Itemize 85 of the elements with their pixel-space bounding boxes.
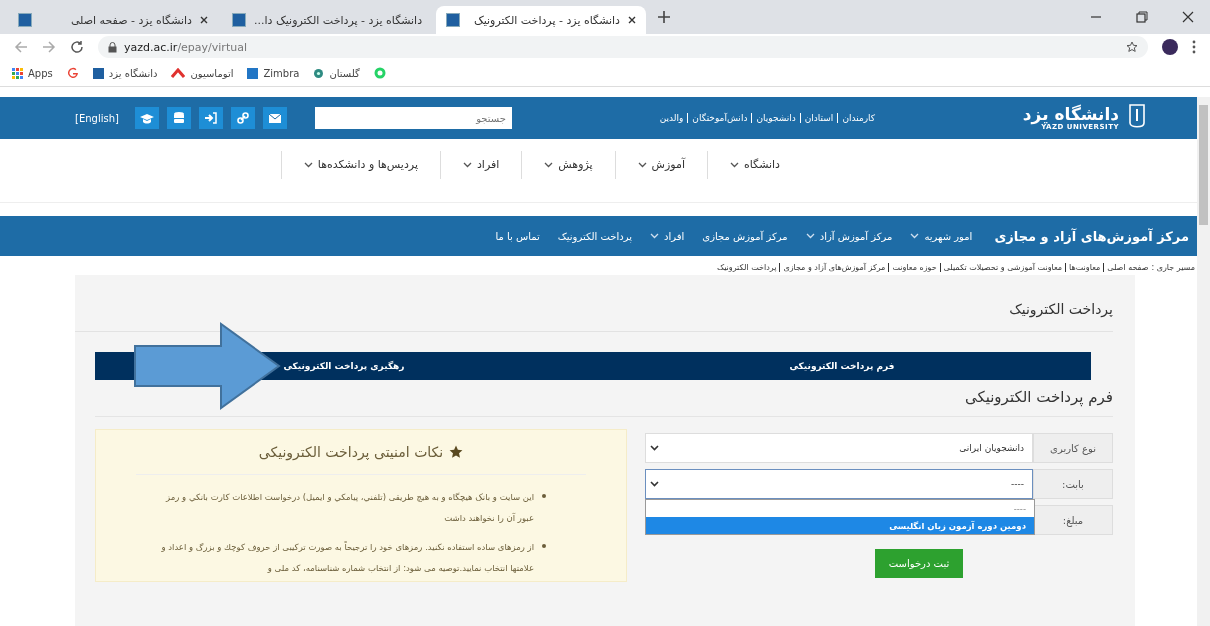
- tip-text: این سایت و بانک هیچگاه و به هیچ طریقی (تلفني، پیامکي و ایمیل) درخواست اطلاعات کارت بانکي و رمز عبور آن را نخواهند داشت: [164, 491, 534, 525]
- chat-bubble-icon: [373, 67, 386, 79]
- header-icon-button[interactable]: [134, 107, 159, 129]
- page-tab[interactable]: رهگیری پرداخت الکترونیکی: [95, 352, 593, 380]
- breadcrumb-link[interactable]: معاونت آموزشی و تحصیلات تکمیلی: [940, 263, 1067, 272]
- main-nav-item[interactable]: دانشگاه: [706, 151, 802, 179]
- page-title: پرداخت الکترونیک: [75, 275, 1113, 332]
- page-tab[interactable]: فرم پرداخت الکترونیکی: [593, 352, 1091, 380]
- new-tab-icon[interactable]: [658, 11, 670, 23]
- link-icon: [236, 112, 249, 124]
- site-favicon-icon: [232, 13, 246, 27]
- bookmark-link[interactable]: گلستان: [313, 67, 360, 79]
- section-nav-item[interactable]: پرداخت الکترونیک: [557, 230, 633, 242]
- bookmark-star-icon[interactable]: [1126, 41, 1138, 53]
- bookmark-link[interactable]: Zimbra: [247, 67, 300, 79]
- site-favicon-icon: [446, 13, 460, 27]
- lock-icon: [108, 41, 117, 53]
- section-nav-item[interactable]: تماس با ما: [495, 230, 540, 242]
- restore-icon[interactable]: [1136, 11, 1148, 23]
- envelope-icon: [268, 113, 281, 123]
- site-favicon-icon: [92, 67, 104, 79]
- chevron-down-icon: [650, 445, 659, 451]
- profile-avatar-icon[interactable]: [1162, 39, 1178, 55]
- section-nav-item[interactable]: افراد: [650, 230, 685, 242]
- browser-tab[interactable]: دانشگاه یزد - صفحه اصلی: [8, 6, 218, 34]
- bookmark-link[interactable]: اتوماسیون: [171, 67, 234, 79]
- section-title[interactable]: مرکز آموزش‌های آزاد و مجازی: [994, 228, 1189, 244]
- flower-icon: [313, 67, 325, 79]
- bookmark-link[interactable]: دانشگاه یزد: [92, 67, 158, 79]
- tips-title: نکات امنیتی پرداخت الکترونیکی: [258, 444, 444, 460]
- site-favicon-icon: [18, 13, 32, 27]
- breadcrumb-label: مسیر جاری :: [1151, 263, 1195, 272]
- audience-link[interactable]: کارمندان: [838, 113, 880, 123]
- breadcrumb-link[interactable]: معاونت‌ها: [1066, 263, 1105, 272]
- close-icon[interactable]: [628, 16, 636, 24]
- address-field[interactable]: yazd.ac.ir/epay/virtual: [98, 36, 1148, 58]
- main-nav-item[interactable]: افراد: [439, 151, 522, 179]
- field-label: نوع کاربری: [1033, 433, 1113, 463]
- apps-grid-icon: [12, 67, 23, 79]
- dropdown-option[interactable]: ----: [646, 500, 1034, 517]
- menu-icon[interactable]: [1192, 40, 1196, 54]
- chevron-logo-icon: [171, 68, 186, 78]
- main-nav-item[interactable]: پژوهش: [521, 151, 615, 179]
- header-icon-button[interactable]: [198, 107, 223, 129]
- field-label: بابت:: [1033, 469, 1113, 499]
- close-icon[interactable]: [1182, 11, 1194, 23]
- tip-text: از رمزهای ساده استفاده نکنید. رمزهای خود را ترجیحاً به صورت ترکیبی از حروف کوچك و بزرگ و اعداد و علامتها انتخاب نمایید.توصیه می شود: از انتخاب شماره شناسنامه، کد ملی و: [160, 540, 534, 575]
- star-icon: [449, 445, 464, 459]
- close-icon[interactable]: [200, 16, 208, 24]
- zimbra-logo-icon: [247, 67, 259, 79]
- google-logo-icon[interactable]: [66, 67, 79, 79]
- breadcrumb-link[interactable]: پرداخت الکترونیک: [714, 263, 781, 272]
- header-icon-button[interactable]: [230, 107, 255, 129]
- field-label: مبلغ:: [1033, 505, 1113, 535]
- select-field[interactable]: ----: [645, 469, 1033, 499]
- header-icon-button[interactable]: [262, 107, 287, 129]
- dropdown-option[interactable]: دومین دوره آزمون زبان انگلیسی: [646, 517, 1034, 534]
- breadcrumb-link[interactable]: صفحه اصلی: [1104, 263, 1152, 272]
- main-nav-item[interactable]: آموزش: [614, 151, 707, 179]
- apps-bookmark[interactable]: Apps: [12, 67, 53, 79]
- audience-link[interactable]: استادان: [800, 113, 839, 123]
- header-icon-button[interactable]: [166, 107, 191, 129]
- breadcrumb-link[interactable]: حوزه معاونت: [889, 263, 941, 272]
- bullet-icon: [542, 494, 546, 498]
- language-link[interactable]: [English]: [75, 112, 119, 124]
- scrollbar[interactable]: [1197, 97, 1210, 626]
- search-field[interactable]: جستجو: [314, 107, 512, 129]
- section-nav-item[interactable]: مرکز آموزش آزاد: [805, 230, 893, 242]
- reload-icon[interactable]: [70, 40, 84, 54]
- main-nav-item[interactable]: پردیس‌ها و دانشکده‌ها: [280, 151, 440, 179]
- browser-tab[interactable]: دانشگاه یزد - پرداخت الکترونیک دا...: [222, 6, 432, 34]
- audience-link[interactable]: دانشجویان: [752, 113, 801, 123]
- audience-link[interactable]: دانش‌آموختگان: [688, 113, 753, 123]
- bullet-icon: [542, 544, 546, 548]
- sign-in-icon: [204, 112, 217, 124]
- browser-tab[interactable]: دانشگاه یزد - پرداخت الکترونیک: [436, 6, 646, 34]
- section-nav-item[interactable]: امور شهریه: [910, 230, 973, 242]
- select-field[interactable]: دانشجویان ایرانی: [645, 433, 1033, 463]
- university-name: دانشگاه یزد: [1022, 104, 1119, 124]
- audience-link[interactable]: والدین: [655, 113, 689, 123]
- graduation-cap-icon: [139, 112, 154, 124]
- chevron-down-icon: [650, 481, 659, 487]
- section-nav-item[interactable]: مرکز آموزش مجازی: [702, 230, 788, 242]
- database-icon: [173, 112, 184, 124]
- breadcrumb-link[interactable]: مرکز آموزش‌های آزاد و مجازی: [780, 263, 890, 272]
